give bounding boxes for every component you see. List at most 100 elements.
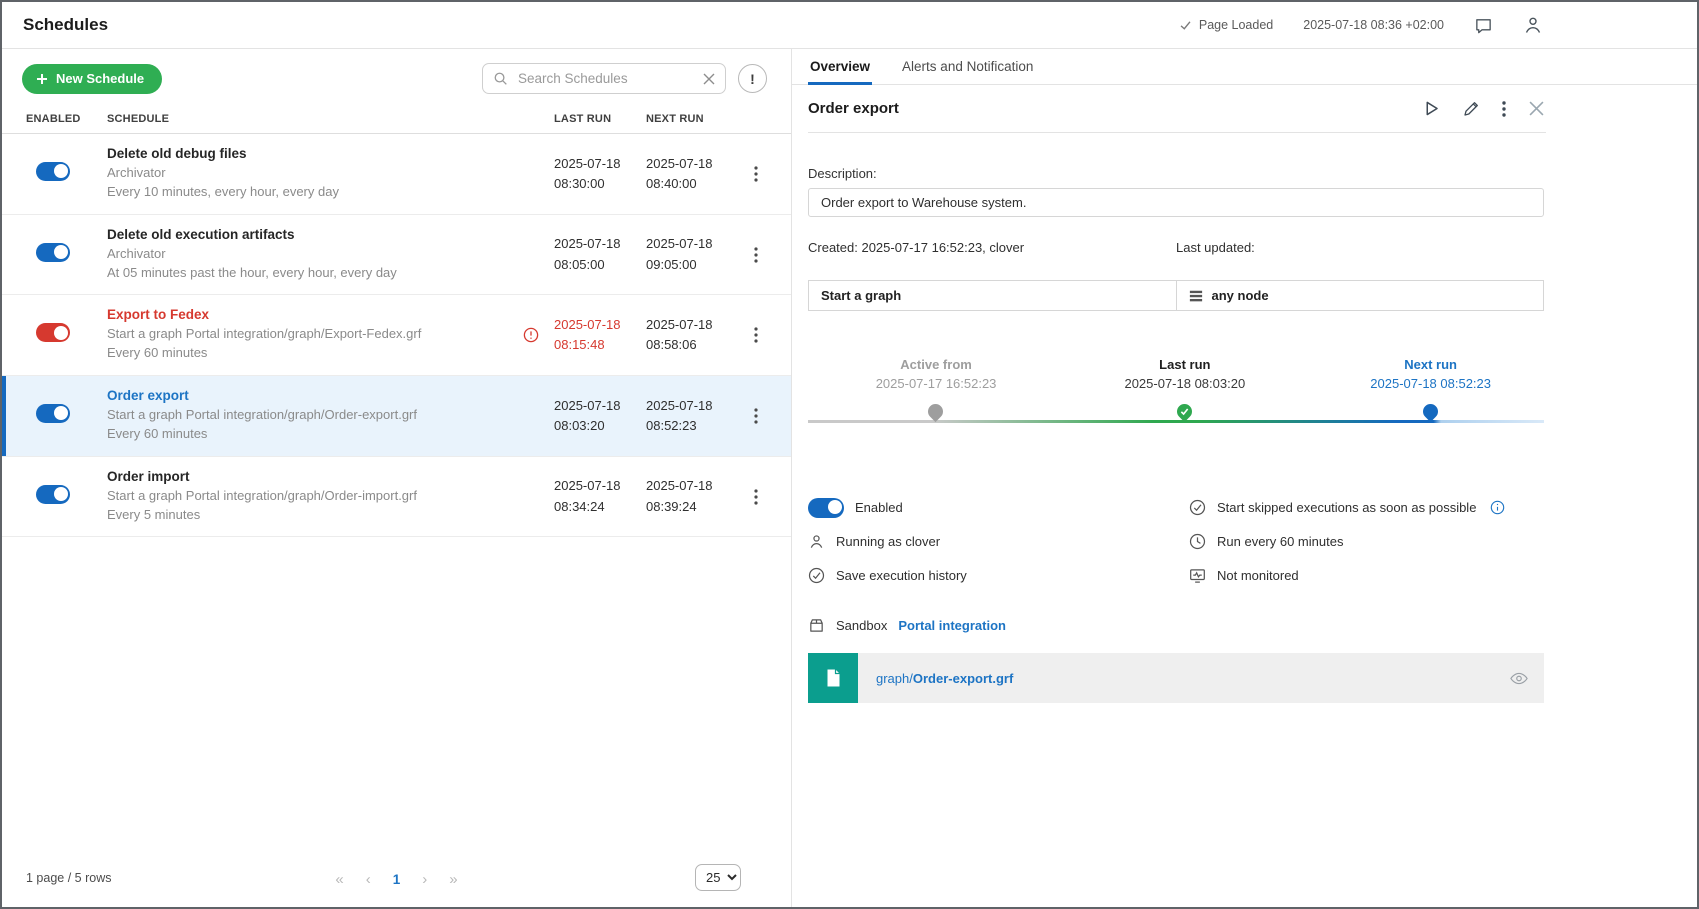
- schedule-recurrence: Every 10 minutes, every hour, every day: [107, 183, 554, 202]
- page-summary: 1 page / 5 rows: [26, 871, 111, 885]
- schedule-row[interactable]: Delete old debug files Archivator Every …: [2, 134, 791, 215]
- schedules-table-header: ENABLED SCHEDULE LAST RUN NEXT RUN: [2, 104, 791, 134]
- schedule-row[interactable]: Order export Start a graph Portal integr…: [2, 376, 791, 457]
- schedule-enabled-toggle[interactable]: [36, 404, 70, 423]
- current-page-button[interactable]: 1: [393, 871, 401, 886]
- sandbox-row: Sandbox Portal integration: [808, 617, 1546, 634]
- monitored-flag: Not monitored: [1189, 565, 1544, 586]
- last-run-cell: 2025-07-18 08:03:20: [554, 396, 646, 436]
- next-run-cell: 2025-07-18 08:52:23: [646, 396, 744, 436]
- node-icon: [1189, 289, 1203, 303]
- first-page-button[interactable]: «: [335, 870, 343, 887]
- feedback-icon[interactable]: [1474, 16, 1493, 35]
- graph-file-path: graph/Order-export.grf: [876, 671, 1013, 686]
- schedule-type-box: Start a graph: [808, 280, 1177, 311]
- schedule-rows: Delete old debug files Archivator Every …: [2, 134, 791, 537]
- row-menu-icon[interactable]: [748, 323, 764, 347]
- app-window: Schedules Page Loaded 2025-07-18 08:36 +…: [0, 0, 1699, 909]
- detail-tabs: Overview Alerts and Notification: [792, 49, 1697, 85]
- search-input[interactable]: [516, 70, 695, 87]
- description-label: Description:: [808, 166, 1546, 181]
- warning-icon: [523, 327, 539, 343]
- plus-icon: [36, 73, 48, 85]
- skipped-executions-flag: Start skipped executions as soon as poss…: [1189, 497, 1544, 518]
- schedule-name: Delete old execution artifacts: [107, 227, 554, 242]
- column-schedule: SCHEDULE: [107, 113, 554, 125]
- schedule-recurrence: Every 5 minutes: [107, 506, 554, 525]
- more-actions-icon[interactable]: [1502, 101, 1506, 117]
- tab-overview[interactable]: Overview: [808, 49, 872, 84]
- check-icon: [1179, 19, 1192, 32]
- last-run-label-group: Last run 2025-07-18 08:03:20: [1124, 357, 1245, 391]
- new-schedule-label: New Schedule: [56, 71, 144, 86]
- description-field: Order export to Warehouse system.: [808, 188, 1544, 217]
- last-page-button[interactable]: »: [449, 870, 457, 887]
- schedule-enabled-toggle[interactable]: [36, 323, 70, 342]
- running-as-flag: Running as clover: [808, 531, 1189, 552]
- next-run-marker-icon: [1423, 404, 1439, 422]
- next-run-cell: 2025-07-18 08:40:00: [646, 154, 744, 194]
- next-page-button[interactable]: ›: [422, 870, 427, 887]
- enabled-flag: Enabled: [808, 497, 1189, 518]
- schedule-row[interactable]: Order import Start a graph Portal integr…: [2, 457, 791, 538]
- schedule-row[interactable]: Delete old execution artifacts Archivato…: [2, 215, 791, 296]
- previous-page-button[interactable]: ‹: [366, 870, 371, 887]
- close-detail-icon[interactable]: [1529, 101, 1544, 116]
- schedule-target: Start a graph Portal integration/graph/O…: [107, 487, 554, 506]
- row-menu-icon[interactable]: [748, 485, 764, 509]
- run-now-button[interactable]: [1423, 100, 1440, 117]
- user-icon: [808, 533, 825, 550]
- row-menu-icon[interactable]: [748, 404, 764, 428]
- tab-alerts-notification[interactable]: Alerts and Notification: [900, 49, 1035, 84]
- sandbox-link[interactable]: Portal integration: [898, 618, 1006, 633]
- new-schedule-button[interactable]: New Schedule: [22, 64, 162, 94]
- schedule-row[interactable]: Export to Fedex Start a graph Portal int…: [2, 295, 791, 376]
- check-circle-icon: [1189, 499, 1206, 516]
- column-next-run: NEXT RUN: [646, 113, 744, 125]
- user-menu-icon[interactable]: [1523, 15, 1543, 35]
- row-menu-icon[interactable]: [748, 162, 764, 186]
- clear-search-icon[interactable]: [703, 73, 715, 85]
- last-run-cell: 2025-07-18 08:15:48: [554, 315, 646, 355]
- enabled-toggle[interactable]: [808, 498, 844, 518]
- schedule-enabled-toggle[interactable]: [36, 162, 70, 181]
- schedules-list-panel: New Schedule ! ENABLED SCHEDULE LAST RUN…: [2, 49, 792, 907]
- column-last-run: LAST RUN: [554, 113, 646, 125]
- search-schedules-box: [482, 63, 726, 94]
- run-every-flag: Run every 60 minutes: [1189, 531, 1544, 552]
- detail-title: Order export: [808, 100, 899, 117]
- info-icon[interactable]: [1490, 500, 1505, 515]
- schedule-recurrence: At 05 minutes past the hour, every hour,…: [107, 264, 554, 283]
- schedule-target: Start a graph Portal integration/graph/E…: [107, 325, 554, 344]
- schedule-target: Start a graph Portal integration/graph/O…: [107, 406, 554, 425]
- last-updated-label: Last updated:: [1176, 240, 1544, 255]
- node-value: any node: [1212, 288, 1269, 303]
- monitor-icon: [1189, 567, 1206, 584]
- clock-icon: [1189, 533, 1206, 550]
- pagination-bar: 1 page / 5 rows « ‹ 1 › » 25: [2, 852, 791, 907]
- next-run-label-group: Next run 2025-07-18 08:52:23: [1370, 357, 1491, 391]
- schedule-name: Order export: [107, 388, 554, 403]
- graph-file-row[interactable]: graph/Order-export.grf: [808, 653, 1544, 703]
- edit-button[interactable]: [1463, 101, 1479, 117]
- error-filter-button[interactable]: !: [738, 64, 767, 93]
- last-run-cell: 2025-07-18 08:30:00: [554, 154, 646, 194]
- eye-icon[interactable]: [1510, 672, 1528, 685]
- schedule-target: Archivator: [107, 245, 554, 264]
- schedule-recurrence: Every 60 minutes: [107, 344, 554, 363]
- row-menu-icon[interactable]: [748, 243, 764, 267]
- node-select-box[interactable]: any node: [1176, 280, 1545, 311]
- schedule-enabled-toggle[interactable]: [36, 243, 70, 262]
- sandbox-label: Sandbox: [836, 618, 887, 633]
- last-run-cell: 2025-07-18 08:34:24: [554, 476, 646, 516]
- save-history-flag: Save execution history: [808, 565, 1189, 586]
- schedule-enabled-toggle[interactable]: [36, 485, 70, 504]
- page-loaded-status: Page Loaded: [1179, 18, 1273, 32]
- next-run-cell: 2025-07-18 08:58:06: [646, 315, 744, 355]
- check-circle-icon: [808, 567, 825, 584]
- page-size-select[interactable]: 25: [695, 864, 741, 891]
- schedule-timeline: Active from 2025-07-17 16:52:23 Last run…: [808, 357, 1544, 427]
- schedule-detail-panel: Overview Alerts and Notification Order e…: [792, 49, 1697, 907]
- last-run-cell: 2025-07-18 08:05:00: [554, 234, 646, 274]
- enabled-label: Enabled: [855, 500, 903, 515]
